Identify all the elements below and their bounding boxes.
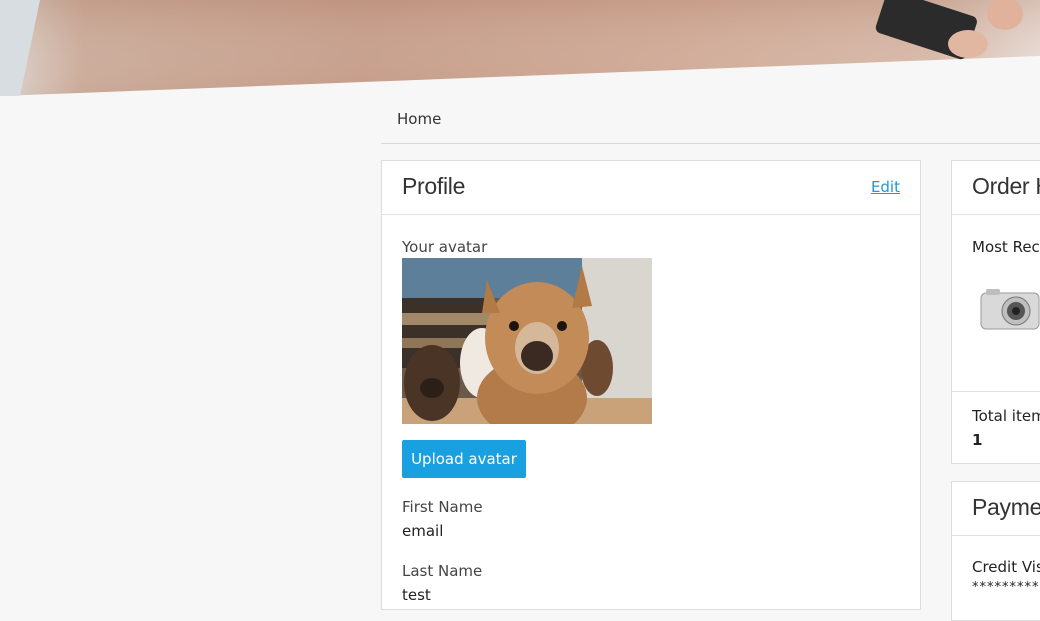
- most-recent-label: Most Rece: [972, 238, 1040, 256]
- hero-photo: [0, 0, 1040, 96]
- payment-header: Paymer: [952, 482, 1040, 536]
- profile-card: Profile Edit Your avatar Upload avatar F…: [381, 160, 921, 610]
- last-name-label: Last Name: [402, 562, 483, 580]
- order-history-divider: [952, 391, 1040, 392]
- avatar-label: Your avatar: [402, 238, 488, 256]
- total-items-value: 1: [972, 431, 983, 449]
- order-history-title: Order H: [972, 173, 1040, 199]
- profile-title: Profile: [402, 173, 466, 199]
- camera-product-image[interactable]: [980, 289, 1040, 333]
- profile-card-header: Profile Edit: [382, 161, 920, 215]
- first-name-label: First Name: [402, 498, 483, 516]
- first-name-value: email: [402, 522, 444, 540]
- order-history-card: Order H Most Rece Total item 1: [951, 160, 1040, 464]
- credit-card-label: Credit Vis: [972, 558, 1040, 576]
- breadcrumb-home[interactable]: Home: [397, 110, 441, 128]
- payment-title: Paymer: [972, 494, 1040, 520]
- avatar-image: [402, 258, 652, 424]
- hero-banner: [0, 0, 1040, 96]
- payment-card: Paymer Credit Vis ************: [951, 481, 1040, 621]
- total-items-label: Total item: [972, 407, 1040, 425]
- last-name-value: test: [402, 586, 431, 604]
- order-history-header: Order H: [952, 161, 1040, 215]
- upload-avatar-button[interactable]: Upload avatar: [402, 440, 526, 478]
- edit-profile-link[interactable]: Edit: [871, 178, 900, 196]
- credit-card-number: ************: [972, 580, 1040, 595]
- breadcrumb: Home: [381, 96, 1040, 144]
